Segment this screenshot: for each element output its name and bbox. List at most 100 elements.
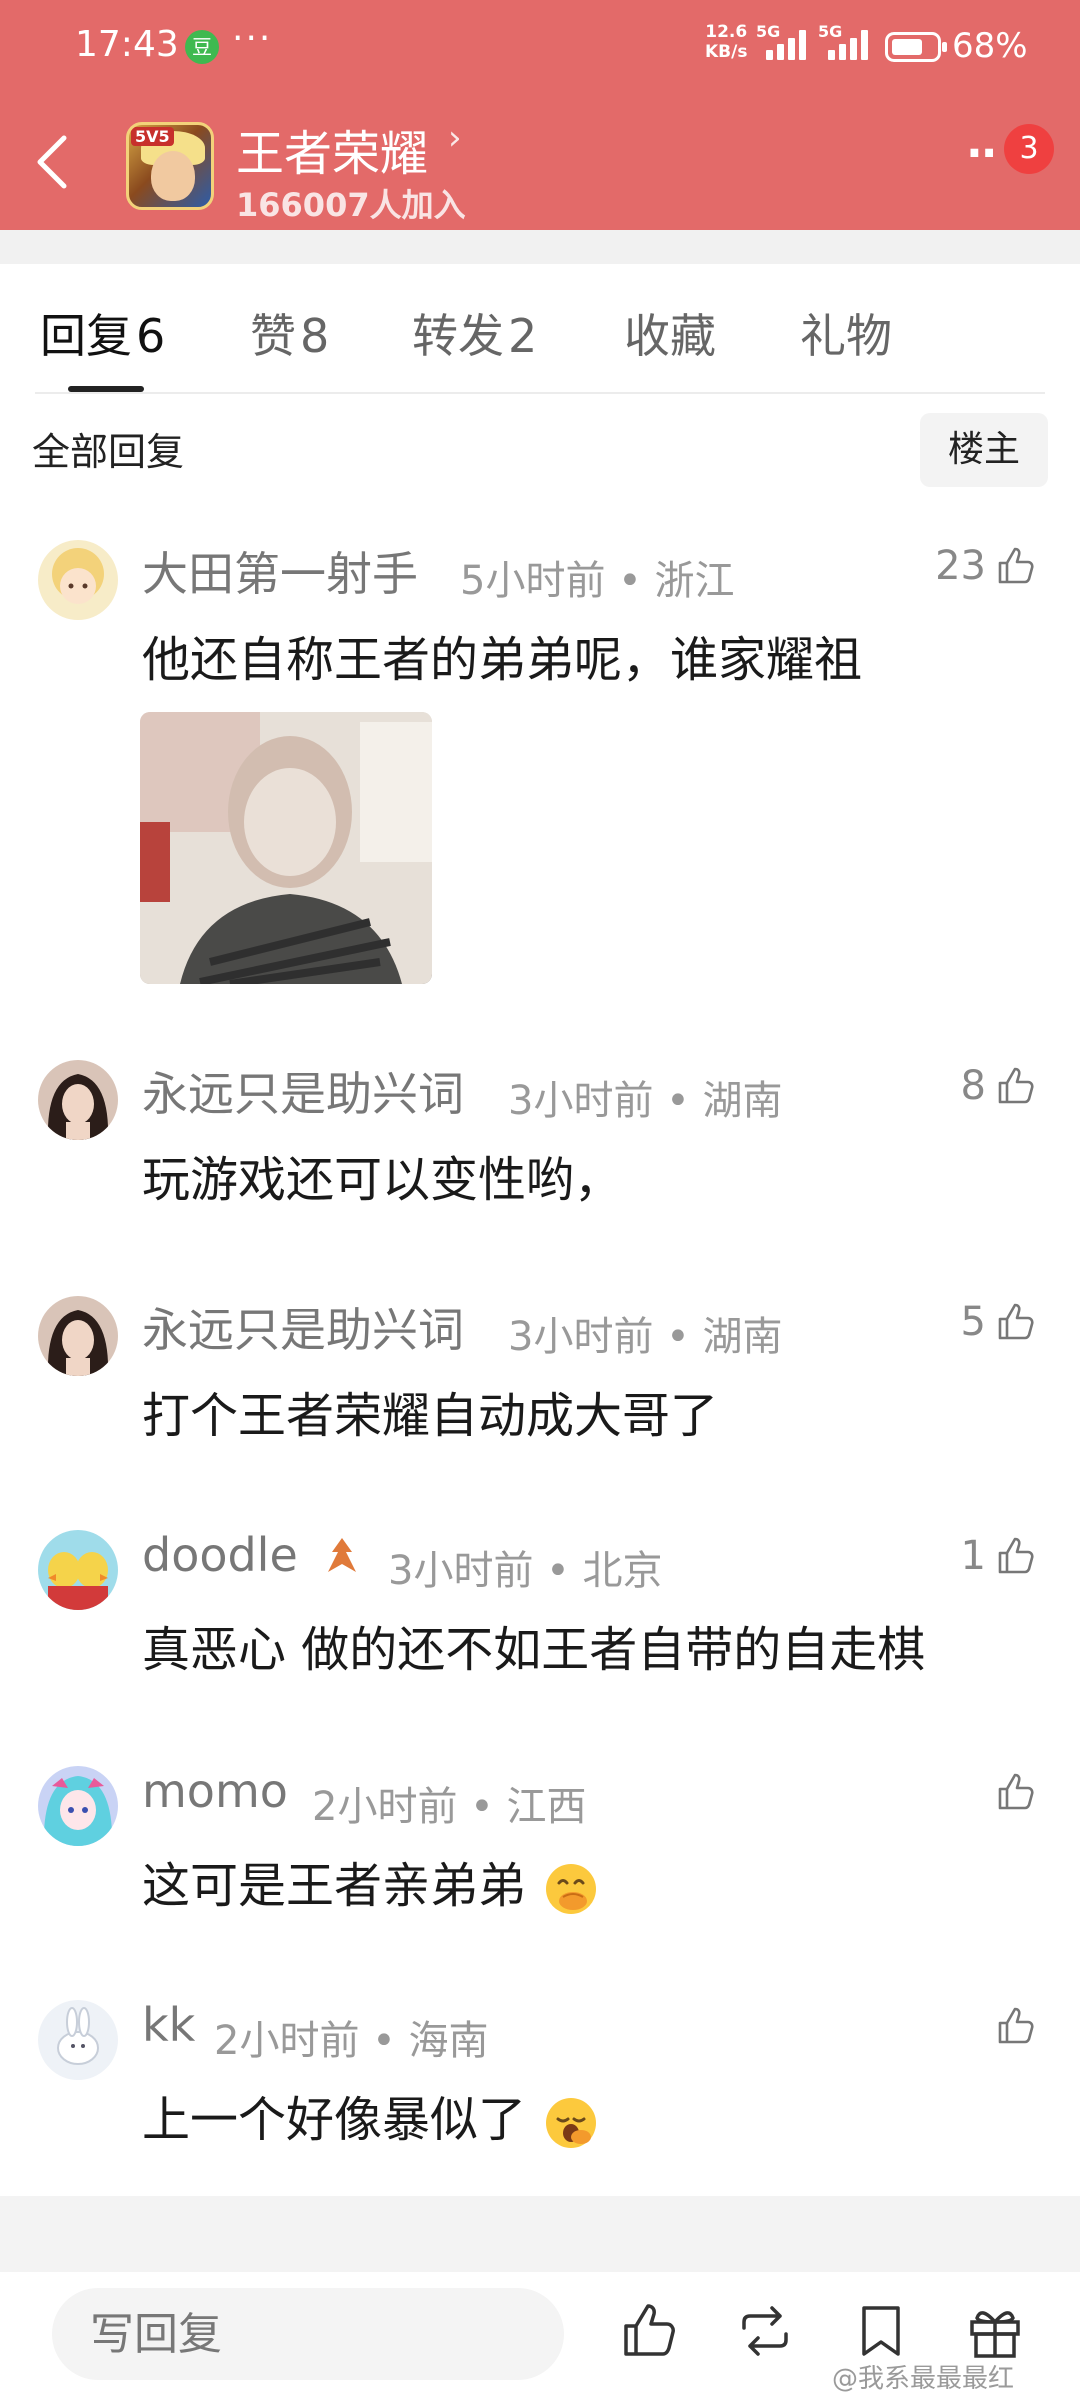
comment-meta: 5小时前 • 浙江 xyxy=(460,548,734,606)
tab-replies-count: 6 xyxy=(136,309,166,363)
op-only-button[interactable]: 楼主 xyxy=(920,413,1048,487)
comment-text-body: 上一个好像暴似了 xyxy=(142,2092,527,2148)
comment-text-body: 这可是王者亲弟弟 xyxy=(142,1858,527,1914)
avatar[interactable] xyxy=(38,540,118,620)
more-menu-icon[interactable]: ·· xyxy=(966,128,997,179)
tab-reposts[interactable]: 转发2 xyxy=(412,300,537,366)
yawning-emoji-icon xyxy=(546,2098,597,2148)
tab-reposts-label: 转发 xyxy=(412,309,504,363)
avatar[interactable] xyxy=(38,1530,118,1610)
back-icon[interactable] xyxy=(30,130,74,194)
battery-percent: 68% xyxy=(952,26,1028,66)
notification-badge[interactable]: 3 xyxy=(1004,124,1054,174)
group-member-count: 166007人加入 xyxy=(236,186,466,224)
meta-separator: • xyxy=(666,1078,690,1124)
comment-location: 湖南 xyxy=(702,1314,783,1360)
group-logo-badge: 5V5 xyxy=(131,127,174,146)
group-logo[interactable]: 5V5 xyxy=(126,122,214,210)
like-count: 5 xyxy=(960,1299,986,1345)
comment-location: 浙江 xyxy=(654,558,735,604)
tab-favorites[interactable]: 收藏 xyxy=(624,300,716,366)
status-bar: 17:43 豆 ··· 12.6 KB/s 5G 5G 68% xyxy=(0,0,1080,92)
thumbs-up-icon xyxy=(998,547,1034,584)
avatar[interactable] xyxy=(38,2000,118,2080)
signal-label-1: 5G xyxy=(756,22,781,41)
all-replies-label[interactable]: 全部回复 xyxy=(32,421,184,476)
comment-meta: 3小时前 • 湖南 xyxy=(508,1304,782,1362)
comment-item: 大田第一射手 5小时前 • 浙江 23 他还自称王者的弟弟呢，谁家耀祖 xyxy=(0,540,1080,1000)
group-name[interactable]: 王者荣耀 xyxy=(236,114,428,184)
more-notifications-icon: ··· xyxy=(232,18,273,59)
comment-text: 这可是王者亲弟弟 xyxy=(142,1846,599,1917)
status-time: 17:43 xyxy=(75,24,179,65)
thumbs-up-icon xyxy=(998,1537,1034,1574)
comment-location: 江西 xyxy=(506,1784,587,1830)
user-badge-icon xyxy=(328,1538,356,1572)
commenter-name[interactable]: 永远只是助兴词 xyxy=(142,1294,464,1360)
comment-time: 3小时前 xyxy=(388,1548,534,1594)
tab-likes[interactable]: 赞8 xyxy=(250,300,329,366)
comment-location: 湖南 xyxy=(702,1078,783,1124)
signal-label-2: 5G xyxy=(818,22,843,41)
like-button[interactable]: 1 xyxy=(961,1528,1038,1584)
chevron-right-icon[interactable]: › xyxy=(448,118,462,158)
commenter-name[interactable]: 大田第一射手 xyxy=(142,538,418,604)
meta-separator: • xyxy=(618,558,642,604)
comment-time: 3小时前 xyxy=(508,1314,654,1360)
repost-icon[interactable] xyxy=(732,2298,798,2364)
comment-image[interactable] xyxy=(140,712,432,984)
avatar[interactable] xyxy=(38,1060,118,1140)
like-button[interactable] xyxy=(994,1998,1038,2054)
comment-time: 5小时前 xyxy=(460,558,606,604)
commenter-name[interactable]: 永远只是助兴词 xyxy=(142,1058,464,1124)
meta-separator: • xyxy=(666,1314,690,1360)
avatar[interactable] xyxy=(38,1296,118,1376)
tab-bar: 回复6 赞8 转发2 收藏 礼物 xyxy=(0,300,1080,392)
comment-meta: 3小时前 • 湖南 xyxy=(508,1068,782,1126)
comment-text: 打个王者荣耀自动成大哥了 xyxy=(142,1388,719,1444)
like-icon[interactable] xyxy=(616,2298,682,2364)
thumbs-up-icon xyxy=(998,1067,1034,1104)
like-count: 1 xyxy=(960,1533,986,1579)
commenter-name[interactable]: doodle xyxy=(142,1528,298,1582)
comment-time: 2小时前 xyxy=(214,2018,360,2064)
comment-time: 2小时前 xyxy=(312,1784,458,1830)
like-button[interactable]: 8 xyxy=(961,1058,1038,1114)
comment-location: 北京 xyxy=(582,1548,663,1594)
like-button[interactable]: 23 xyxy=(935,538,1038,594)
thumbs-up-icon xyxy=(998,2007,1034,2044)
avatar[interactable] xyxy=(38,1766,118,1846)
tab-reposts-count: 2 xyxy=(508,309,538,363)
gift-icon[interactable] xyxy=(962,2298,1028,2364)
reply-input[interactable] xyxy=(52,2288,564,2380)
comment-meta: 2小时前 • 海南 xyxy=(214,2008,488,2066)
tab-gifts[interactable]: 礼物 xyxy=(800,300,892,366)
tab-replies-label: 回复 xyxy=(40,309,132,363)
signal-icon-1: 5G xyxy=(756,22,812,64)
app-notification-icon: 豆 xyxy=(185,30,219,64)
bottom-spacer xyxy=(0,2196,1080,2272)
tab-favorites-label: 收藏 xyxy=(624,309,716,363)
comment-location: 海南 xyxy=(408,2018,489,2064)
battery-icon xyxy=(885,32,947,62)
comment-item: 永远只是助兴词 3小时前 • 湖南 8 玩游戏还可以变性哟， xyxy=(0,1060,1080,1230)
comment-text: 上一个好像暴似了 xyxy=(142,2080,599,2151)
commenter-name[interactable]: momo xyxy=(142,1764,288,1818)
like-button[interactable] xyxy=(994,1764,1038,1820)
tab-replies[interactable]: 回复6 xyxy=(40,300,165,366)
hand-over-mouth-emoji-icon xyxy=(546,1864,597,1914)
comment-text: 玩游戏还可以变性哟， xyxy=(142,1152,623,1208)
like-count: 23 xyxy=(935,543,986,589)
comment-meta: 3小时前 • 北京 xyxy=(388,1538,662,1596)
like-count: 8 xyxy=(960,1063,986,1109)
meta-separator: • xyxy=(546,1548,570,1594)
bookmark-icon[interactable] xyxy=(848,2298,914,2364)
network-speed-unit: KB/s xyxy=(705,42,748,62)
section-divider xyxy=(0,230,1080,264)
comment-item: momo 2小时前 • 江西 这可是王者亲弟弟 xyxy=(0,1764,1080,1936)
thumbs-up-icon xyxy=(998,1773,1034,1810)
like-button[interactable]: 5 xyxy=(961,1294,1038,1350)
commenter-name[interactable]: kk xyxy=(142,1998,195,2052)
comment-item: 永远只是助兴词 3小时前 • 湖南 5 打个王者荣耀自动成大哥了 xyxy=(0,1296,1080,1466)
thumbs-up-icon xyxy=(998,1303,1034,1340)
